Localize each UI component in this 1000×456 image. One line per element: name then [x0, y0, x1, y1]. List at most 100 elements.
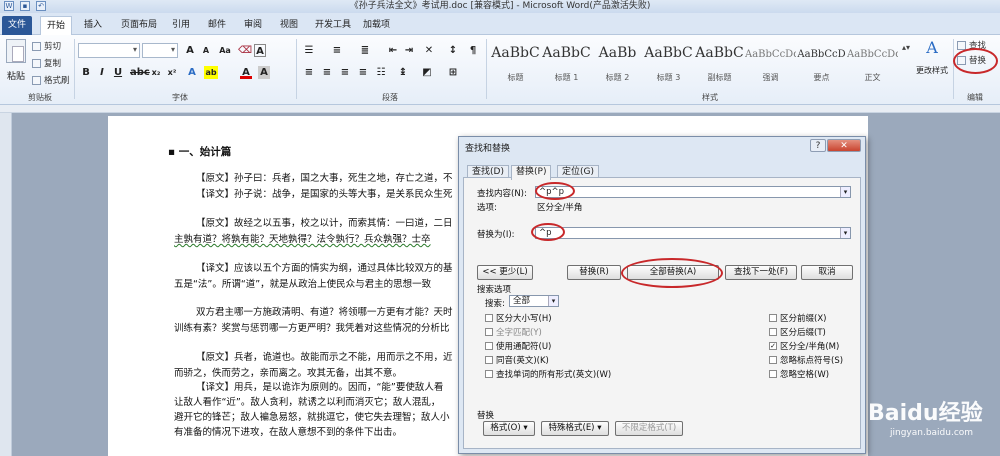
style-item[interactable]: AaBbC 标题: [490, 39, 541, 87]
match-suffix-checkbox[interactable]: 区分后缀(T): [769, 326, 826, 338]
wildcards-checkbox[interactable]: 使用通配符(U): [485, 340, 551, 352]
justify-icon[interactable]: ≡: [356, 66, 370, 79]
tab-references[interactable]: 引用: [166, 16, 196, 35]
style-item[interactable]: AaBbCcDd 正文: [847, 39, 898, 87]
tab-replace[interactable]: 替换(P): [511, 165, 552, 180]
style-item[interactable]: AaBbC 副标题: [694, 39, 745, 87]
find-next-button[interactable]: 查找下一处(F): [725, 265, 797, 280]
checkbox-label: 区分大小写(H): [496, 313, 552, 324]
subscript-button[interactable]: x₂: [150, 66, 162, 79]
line-spacing-icon[interactable]: ↨: [396, 66, 410, 79]
replace-input[interactable]: ^p ▾: [535, 227, 851, 239]
change-case-icon[interactable]: Aa: [218, 44, 232, 57]
bold-button[interactable]: B: [80, 66, 92, 79]
horizontal-ruler[interactable]: [0, 105, 1000, 113]
chevron-down-icon[interactable]: ▾: [548, 296, 558, 306]
document-line: 【译文】用兵，是以诡诈为原则的。因而，“能”要使敌人看: [196, 382, 444, 393]
tab-developer[interactable]: 开发工具: [309, 16, 357, 35]
tab-view[interactable]: 视图: [274, 16, 304, 35]
document-line: 有准备的情况下进攻，在敌人意想不到的条件下出击。: [174, 427, 403, 438]
sounds-like-checkbox[interactable]: 同音(英文)(K): [485, 354, 549, 366]
clear-format-icon[interactable]: ⌫: [238, 44, 252, 57]
special-button[interactable]: 特殊格式(E) ▾: [541, 421, 609, 436]
styles-gallery: AaBbC 标题 AaBbC 标题 1 AaBb 标题 2 AaBbC 标题 3 AaB…: [490, 39, 900, 87]
font-name-combo[interactable]: [78, 43, 140, 58]
tab-page-layout[interactable]: 页面布局: [115, 16, 163, 35]
decrease-indent-icon[interactable]: ⇤: [386, 44, 400, 57]
char-border-icon[interactable]: A: [254, 44, 266, 57]
document-line: 训练有素？奖赏与惩罚哪一方更严明？我凭着对这些情况的分析比: [174, 323, 450, 334]
chevron-down-icon[interactable]: ▾: [840, 228, 850, 238]
chinese-layout-icon[interactable]: ✕: [422, 44, 436, 57]
highlight-icon[interactable]: ab: [204, 66, 218, 79]
find-input[interactable]: ^p^p ▾: [535, 186, 851, 198]
style-item[interactable]: AaBb 标题 2: [592, 39, 643, 87]
vertical-ruler[interactable]: [0, 113, 12, 456]
less-button[interactable]: << 更少(L): [477, 265, 533, 280]
search-direction-select[interactable]: 全部 ▾: [509, 295, 559, 307]
tab-insert[interactable]: 插入: [78, 16, 108, 35]
shading-icon[interactable]: ◩: [420, 66, 434, 79]
underline-button[interactable]: U: [112, 66, 124, 79]
numbering-icon[interactable]: ≡: [330, 44, 344, 57]
cancel-button[interactable]: 取消: [801, 265, 853, 280]
italic-button[interactable]: I: [96, 66, 108, 79]
paste-button[interactable]: 粘贴: [4, 39, 28, 83]
show-marks-icon[interactable]: ¶: [466, 44, 480, 57]
copy-button[interactable]: 复制: [32, 57, 61, 69]
style-item[interactable]: AaBbC 标题 3: [643, 39, 694, 87]
separator: [953, 39, 954, 99]
close-button[interactable]: ✕: [827, 139, 861, 152]
document-line: 而骄之，佚而劳之，亲而离之。攻其无备，出其不意。: [174, 368, 403, 379]
separator: [486, 39, 487, 99]
char-shading-icon[interactable]: A: [258, 66, 270, 79]
match-case-checkbox[interactable]: 区分大小写(H): [485, 312, 552, 324]
paragraph-group-label: 段落: [382, 93, 398, 102]
align-center-icon[interactable]: ≡: [320, 66, 334, 79]
tab-mailings[interactable]: 邮件: [202, 16, 232, 35]
tab-file[interactable]: 文件: [2, 16, 32, 35]
increase-indent-icon[interactable]: ⇥: [402, 44, 416, 57]
match-prefix-checkbox[interactable]: 区分前缀(X): [769, 312, 826, 324]
all-word-forms-checkbox[interactable]: 查找单词的所有形式(英文)(W): [485, 368, 611, 380]
sort-icon[interactable]: ↕: [446, 44, 460, 57]
distributed-icon[interactable]: ☷: [374, 66, 388, 79]
match-width-checkbox[interactable]: ✓ 区分全/半角(M): [769, 340, 839, 352]
style-item[interactable]: AaBbCcDd 强调: [745, 39, 796, 87]
help-button[interactable]: ?: [810, 139, 826, 152]
style-name: 要点: [813, 73, 830, 82]
replace-once-button[interactable]: 替换(R): [567, 265, 621, 280]
font-size-combo[interactable]: [142, 43, 178, 58]
bullets-icon[interactable]: ☰: [302, 44, 316, 57]
font-color-button[interactable]: A: [240, 66, 252, 79]
tab-addins[interactable]: 加载项: [357, 16, 396, 35]
multilevel-list-icon[interactable]: ≣: [358, 44, 372, 57]
document-line: 避开它的锋芒；敌人褊急易怒，就挑逗它，使它失去理智；敌人小: [174, 412, 450, 423]
tab-home[interactable]: 开始: [40, 16, 73, 36]
style-name: 副标题: [707, 73, 732, 82]
document-line: 【译文】孙子说：战争，是国家的头等大事，是关系民众生死: [196, 189, 453, 200]
shrink-font-icon[interactable]: A: [200, 44, 212, 57]
style-item[interactable]: AaBbCcD 要点: [796, 39, 847, 87]
document-line: 【原文】故经之以五事，校之以计，而索其情：一曰道，二日: [196, 218, 453, 229]
no-formatting-button[interactable]: 不限定格式(T): [615, 421, 683, 436]
grow-font-icon[interactable]: A: [184, 44, 196, 57]
tab-review[interactable]: 审阅: [238, 16, 268, 35]
whole-word-checkbox[interactable]: 全字匹配(Y): [485, 326, 542, 338]
superscript-button[interactable]: x²: [166, 66, 178, 79]
borders-icon[interactable]: ⊞: [446, 66, 460, 79]
ignore-punctuation-checkbox[interactable]: 忽略标点符号(S): [769, 354, 843, 366]
chevron-down-icon[interactable]: ▾: [840, 187, 850, 197]
ignore-space-checkbox[interactable]: 忽略空格(W): [769, 368, 829, 380]
format-painter-button[interactable]: 格式刷: [32, 74, 70, 86]
format-button[interactable]: 格式(O) ▾: [483, 421, 535, 436]
style-name: 强调: [762, 73, 779, 82]
align-left-icon[interactable]: ≡: [302, 66, 316, 79]
style-item[interactable]: AaBbC 标题 1: [541, 39, 592, 87]
text-effects-icon[interactable]: A: [186, 66, 198, 79]
strikethrough-button[interactable]: abc: [130, 66, 150, 79]
cut-button[interactable]: 剪切: [32, 40, 61, 52]
change-styles-button[interactable]: A 更改样式: [912, 38, 952, 76]
align-right-icon[interactable]: ≡: [338, 66, 352, 79]
gallery-scroll-icon[interactable]: ▴▾: [901, 41, 911, 54]
